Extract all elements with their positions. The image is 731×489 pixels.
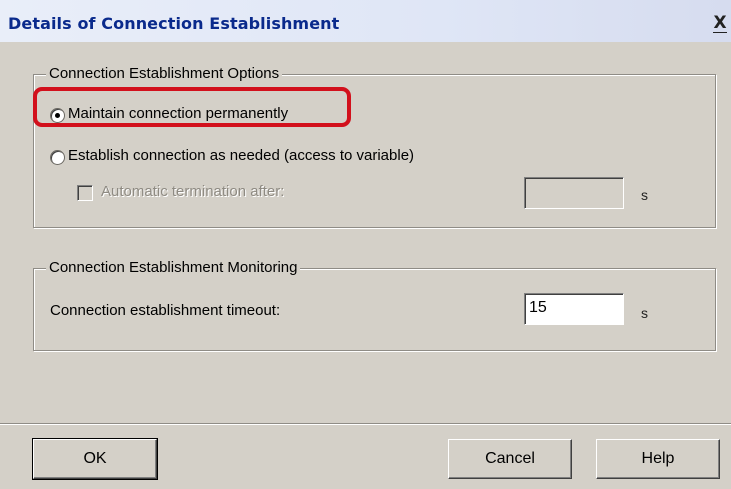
termination-unit: s [641, 187, 648, 203]
highlight-box [33, 87, 351, 127]
automatic-termination-checkbox[interactable] [77, 185, 93, 201]
establish-as-needed-radio[interactable] [50, 150, 65, 165]
help-button[interactable]: Help [596, 439, 720, 479]
timeout-input[interactable]: 15 [524, 293, 624, 325]
footer-separator [0, 423, 731, 425]
ok-button[interactable]: OK [32, 438, 158, 480]
window-title: Details of Connection Establishment [8, 14, 340, 33]
connection-options-legend: Connection Establishment Options [46, 65, 283, 82]
cancel-button[interactable]: Cancel [448, 439, 572, 479]
close-icon[interactable]: X [709, 12, 731, 34]
title-bar: Details of Connection Establishment X [0, 0, 731, 42]
timeout-label: Connection establishment timeout: [50, 302, 281, 319]
timeout-unit: s [641, 305, 648, 321]
automatic-termination-label: Automatic termination after: [101, 183, 285, 200]
automatic-termination-input [524, 177, 624, 209]
connection-monitoring-legend: Connection Establishment Monitoring [46, 259, 301, 276]
establish-as-needed-label[interactable]: Establish connection as needed (access t… [68, 147, 414, 164]
